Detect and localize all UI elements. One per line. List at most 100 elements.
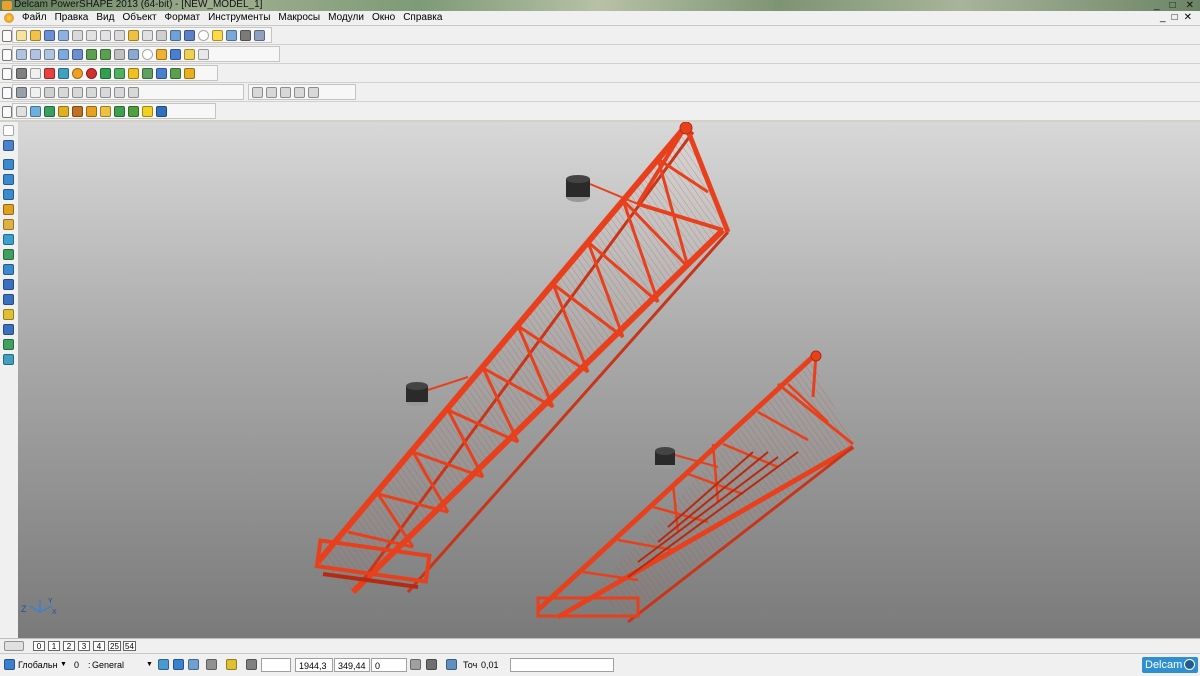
arrow-icon[interactable] bbox=[184, 29, 195, 41]
wireframe-view-icon[interactable] bbox=[240, 29, 251, 41]
snap-grid-icon[interactable] bbox=[173, 659, 184, 670]
line-icon[interactable] bbox=[3, 174, 14, 185]
copy-solid-icon[interactable] bbox=[114, 86, 125, 98]
menu-window[interactable]: Окно bbox=[368, 11, 399, 25]
sphere-icon[interactable] bbox=[72, 67, 83, 79]
rotate-icon[interactable] bbox=[142, 48, 153, 60]
view-back-icon[interactable] bbox=[30, 48, 41, 60]
level-tab[interactable]: 2 bbox=[63, 641, 75, 651]
menu-view[interactable]: Вид bbox=[92, 11, 118, 25]
level-icon[interactable] bbox=[16, 67, 27, 79]
light-icon[interactable] bbox=[184, 48, 195, 60]
axis-icon[interactable] bbox=[30, 105, 41, 117]
menu-help[interactable]: Справка bbox=[399, 11, 446, 25]
menu-modules[interactable]: Модули bbox=[324, 11, 368, 25]
analysis-icon[interactable] bbox=[3, 339, 14, 350]
toolbar-grip[interactable] bbox=[2, 68, 12, 80]
block-icon[interactable] bbox=[128, 67, 139, 79]
menu-tools[interactable]: Инструменты bbox=[204, 11, 274, 25]
shade-icon[interactable] bbox=[156, 48, 167, 60]
redo-icon[interactable] bbox=[142, 29, 153, 41]
drawing-icon[interactable] bbox=[156, 105, 167, 117]
doc-minimize-button[interactable]: _ bbox=[1160, 12, 1166, 24]
snap-icon[interactable] bbox=[158, 659, 169, 670]
menu-object[interactable]: Объект bbox=[118, 11, 160, 25]
mold-icon[interactable] bbox=[3, 309, 14, 320]
view-front-icon[interactable] bbox=[16, 48, 27, 60]
paste-icon[interactable] bbox=[100, 29, 111, 41]
pan-icon[interactable] bbox=[198, 48, 209, 60]
delete-icon[interactable] bbox=[114, 29, 125, 41]
document-icon[interactable] bbox=[30, 67, 41, 79]
bom-icon[interactable] bbox=[142, 105, 153, 117]
arc-icon[interactable] bbox=[3, 189, 14, 200]
parts-icon[interactable] bbox=[128, 105, 139, 117]
level-tab[interactable]: 3 bbox=[78, 641, 90, 651]
view-iso-icon[interactable] bbox=[58, 48, 69, 60]
lightbulb-icon[interactable] bbox=[212, 29, 223, 41]
level-tab[interactable]: 54 bbox=[123, 641, 136, 651]
graphics-viewport[interactable]: Z Y X bbox=[18, 122, 1200, 638]
cone-icon[interactable] bbox=[100, 67, 111, 79]
document-icon[interactable] bbox=[4, 13, 14, 23]
solid-c-icon[interactable] bbox=[280, 86, 291, 98]
curve-icon[interactable] bbox=[3, 204, 14, 215]
snap-point-icon[interactable] bbox=[188, 659, 199, 670]
measure-icon[interactable] bbox=[156, 29, 167, 41]
extrude-icon[interactable] bbox=[114, 67, 125, 79]
cut-icon[interactable] bbox=[72, 29, 83, 41]
lock-icon[interactable] bbox=[206, 659, 217, 670]
mate-icon[interactable] bbox=[72, 105, 83, 117]
revolve-icon[interactable] bbox=[100, 86, 111, 98]
library-icon[interactable] bbox=[100, 105, 111, 117]
save-icon[interactable] bbox=[44, 29, 55, 41]
doc-close-button[interactable]: ✕ bbox=[1184, 12, 1192, 24]
solid-e-icon[interactable] bbox=[308, 86, 319, 98]
solid-d-icon[interactable] bbox=[294, 86, 305, 98]
select-arrow-icon[interactable] bbox=[3, 125, 14, 136]
select-icon[interactable] bbox=[170, 29, 181, 41]
dimension-icon[interactable] bbox=[3, 264, 14, 275]
blend-icon[interactable] bbox=[58, 86, 69, 98]
add-component-icon[interactable] bbox=[58, 105, 69, 117]
coord-x[interactable]: 1944,3 bbox=[295, 658, 333, 672]
workplane-status-icon[interactable] bbox=[4, 659, 15, 670]
delcam-logo[interactable]: Delcam bbox=[1142, 657, 1198, 673]
empty-field[interactable] bbox=[261, 658, 291, 672]
menu-format[interactable]: Формат bbox=[161, 11, 205, 25]
solid-b-icon[interactable] bbox=[266, 86, 277, 98]
wire-icon[interactable] bbox=[16, 86, 27, 98]
boolean-icon[interactable] bbox=[156, 67, 167, 79]
level-tab[interactable]: 0 bbox=[33, 641, 45, 651]
loft-icon[interactable] bbox=[86, 86, 97, 98]
torus-icon[interactable] bbox=[86, 67, 97, 79]
levels-icon[interactable] bbox=[4, 641, 24, 651]
level-tab[interactable]: 1 bbox=[48, 641, 60, 651]
workplane-icon[interactable] bbox=[3, 159, 14, 170]
box-select-icon[interactable] bbox=[44, 86, 55, 98]
new-model-icon[interactable] bbox=[16, 29, 27, 41]
shell-icon[interactable] bbox=[184, 67, 195, 79]
zoom-in-icon[interactable] bbox=[86, 48, 97, 60]
zoom-box-icon[interactable] bbox=[114, 48, 125, 60]
tolerance-value[interactable]: 0,01 bbox=[481, 658, 499, 672]
doc-restore-button[interactable]: □ bbox=[1172, 12, 1178, 24]
print-icon[interactable] bbox=[58, 29, 69, 41]
level-tab[interactable]: 25 bbox=[108, 641, 121, 651]
feature-tool-icon[interactable] bbox=[3, 324, 14, 335]
minimize-button[interactable]: _ bbox=[1154, 0, 1160, 11]
box-icon[interactable] bbox=[30, 86, 41, 98]
copy-icon[interactable] bbox=[86, 29, 97, 41]
selection-filter-icon[interactable] bbox=[3, 140, 14, 151]
render-tool-icon[interactable] bbox=[3, 354, 14, 365]
construction-icon[interactable] bbox=[226, 659, 237, 670]
tolerance-icon[interactable] bbox=[446, 659, 457, 670]
mesh-tool-icon[interactable] bbox=[3, 249, 14, 260]
fillet-icon[interactable] bbox=[170, 67, 181, 79]
surface-tool-icon[interactable] bbox=[3, 219, 14, 230]
menu-edit[interactable]: Правка bbox=[51, 11, 93, 25]
toggle-grid-icon[interactable] bbox=[426, 659, 437, 670]
level-select[interactable]: General bbox=[92, 658, 142, 672]
feature-icon[interactable] bbox=[142, 67, 153, 79]
level-dropdown-icon[interactable]: ▼ bbox=[146, 658, 153, 672]
